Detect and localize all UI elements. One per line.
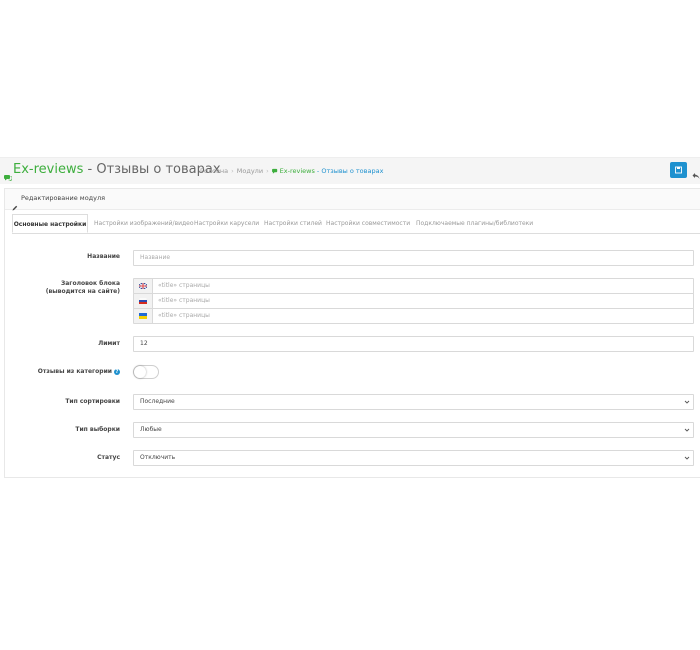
- page-header: Ex-reviews - Отзывы о товарах Головна › Мо…: [0, 157, 700, 184]
- sort-type-select[interactable]: Последние: [133, 394, 694, 410]
- comments-icon: [4, 166, 13, 185]
- page-title-main: Ex-reviews: [13, 162, 84, 177]
- lang-addon: [134, 279, 153, 293]
- page-title: Ex-reviews - Отзывы о товарах: [13, 161, 221, 179]
- lang-addon: [134, 309, 153, 323]
- selection-type-value: Любые: [140, 426, 162, 433]
- block-title-placeholder-ua: «title» страницы: [158, 312, 210, 319]
- tab-image-video-settings[interactable]: Настройки изображений/видео: [94, 214, 194, 233]
- breadcrumb-home[interactable]: Головна: [200, 167, 228, 175]
- tab-compatibility-settings[interactable]: Настройки совместимости: [326, 214, 410, 233]
- breadcrumb: Головна › Модули › Ex-reviews - Отзывы о тов…: [200, 167, 383, 176]
- tab-plugins-libraries[interactable]: Подключаемые плагины/библиотеки: [416, 214, 533, 233]
- save-icon: [675, 166, 682, 174]
- tab-style-settings[interactable]: Настройки стилей: [264, 214, 322, 233]
- ru-flag-icon: [139, 298, 147, 304]
- back-button[interactable]: [692, 165, 700, 184]
- block-title-placeholder-ru: «title» страницы: [158, 297, 210, 304]
- panel-title: Редактирование модуля: [21, 194, 106, 202]
- save-button[interactable]: [670, 162, 687, 178]
- module-edit-panel: Редактирование модуля Основные настройки…: [4, 188, 700, 478]
- tab-carousel-settings[interactable]: Настройки карусели: [194, 214, 259, 233]
- chevron-down-icon: [684, 428, 690, 432]
- lang-addon: [134, 294, 153, 308]
- from-category-label-text: Отзывы из категории: [37, 368, 112, 375]
- pencil-icon: [12, 196, 18, 215]
- comments-icon: [271, 168, 277, 174]
- status-label: Статус: [97, 454, 120, 461]
- name-input[interactable]: Название: [133, 250, 694, 266]
- limit-value: 12: [140, 340, 148, 347]
- from-category-label: Отзывы из категории?: [38, 368, 120, 376]
- toggle-knob: [134, 366, 146, 378]
- block-title-input-en[interactable]: «title» страницы: [133, 278, 694, 294]
- breadcrumb-modules[interactable]: Модули: [237, 167, 263, 175]
- settings-tabs: Основные настройки Настройки изображений…: [12, 214, 700, 234]
- limit-input[interactable]: 12: [133, 336, 694, 352]
- block-title-label: Заголовок блока (выводится на сайте): [45, 280, 120, 295]
- chevron-down-icon: [684, 400, 690, 404]
- chevron-down-icon: [684, 456, 690, 460]
- breadcrumb-separator: ›: [231, 167, 234, 175]
- selection-type-select[interactable]: Любые: [133, 422, 694, 438]
- sort-type-value: Последние: [140, 398, 175, 405]
- block-title-input-ru[interactable]: «title» страницы: [133, 293, 694, 309]
- question-circle-icon[interactable]: ?: [114, 368, 120, 375]
- block-title-placeholder-en: «title» страницы: [158, 282, 210, 289]
- selection-type-label: Тип выборки: [75, 426, 120, 433]
- name-placeholder: Название: [140, 254, 171, 261]
- ua-flag-icon: [139, 313, 147, 319]
- name-label: Название: [87, 253, 120, 260]
- reply-icon: [692, 173, 700, 179]
- sort-type-label: Тип сортировки: [65, 398, 120, 405]
- block-title-input-ua[interactable]: «title» страницы: [133, 308, 694, 324]
- panel-heading: Редактирование модуля: [5, 189, 700, 211]
- from-category-toggle[interactable]: [133, 365, 159, 379]
- status-select[interactable]: Отключить: [133, 450, 694, 466]
- limit-label: Лимит: [98, 340, 120, 347]
- uk-flag-icon: [139, 283, 147, 289]
- status-value: Отключить: [140, 454, 176, 461]
- breadcrumb-current[interactable]: Ex-reviews - Отзывы о товарах: [271, 167, 384, 175]
- breadcrumb-separator: ›: [266, 167, 269, 175]
- tab-main-settings[interactable]: Основные настройки: [12, 214, 88, 233]
- breadcrumb-current-main: Ex-reviews: [279, 167, 315, 175]
- breadcrumb-current-rest: - Отзывы о товарах: [314, 167, 384, 175]
